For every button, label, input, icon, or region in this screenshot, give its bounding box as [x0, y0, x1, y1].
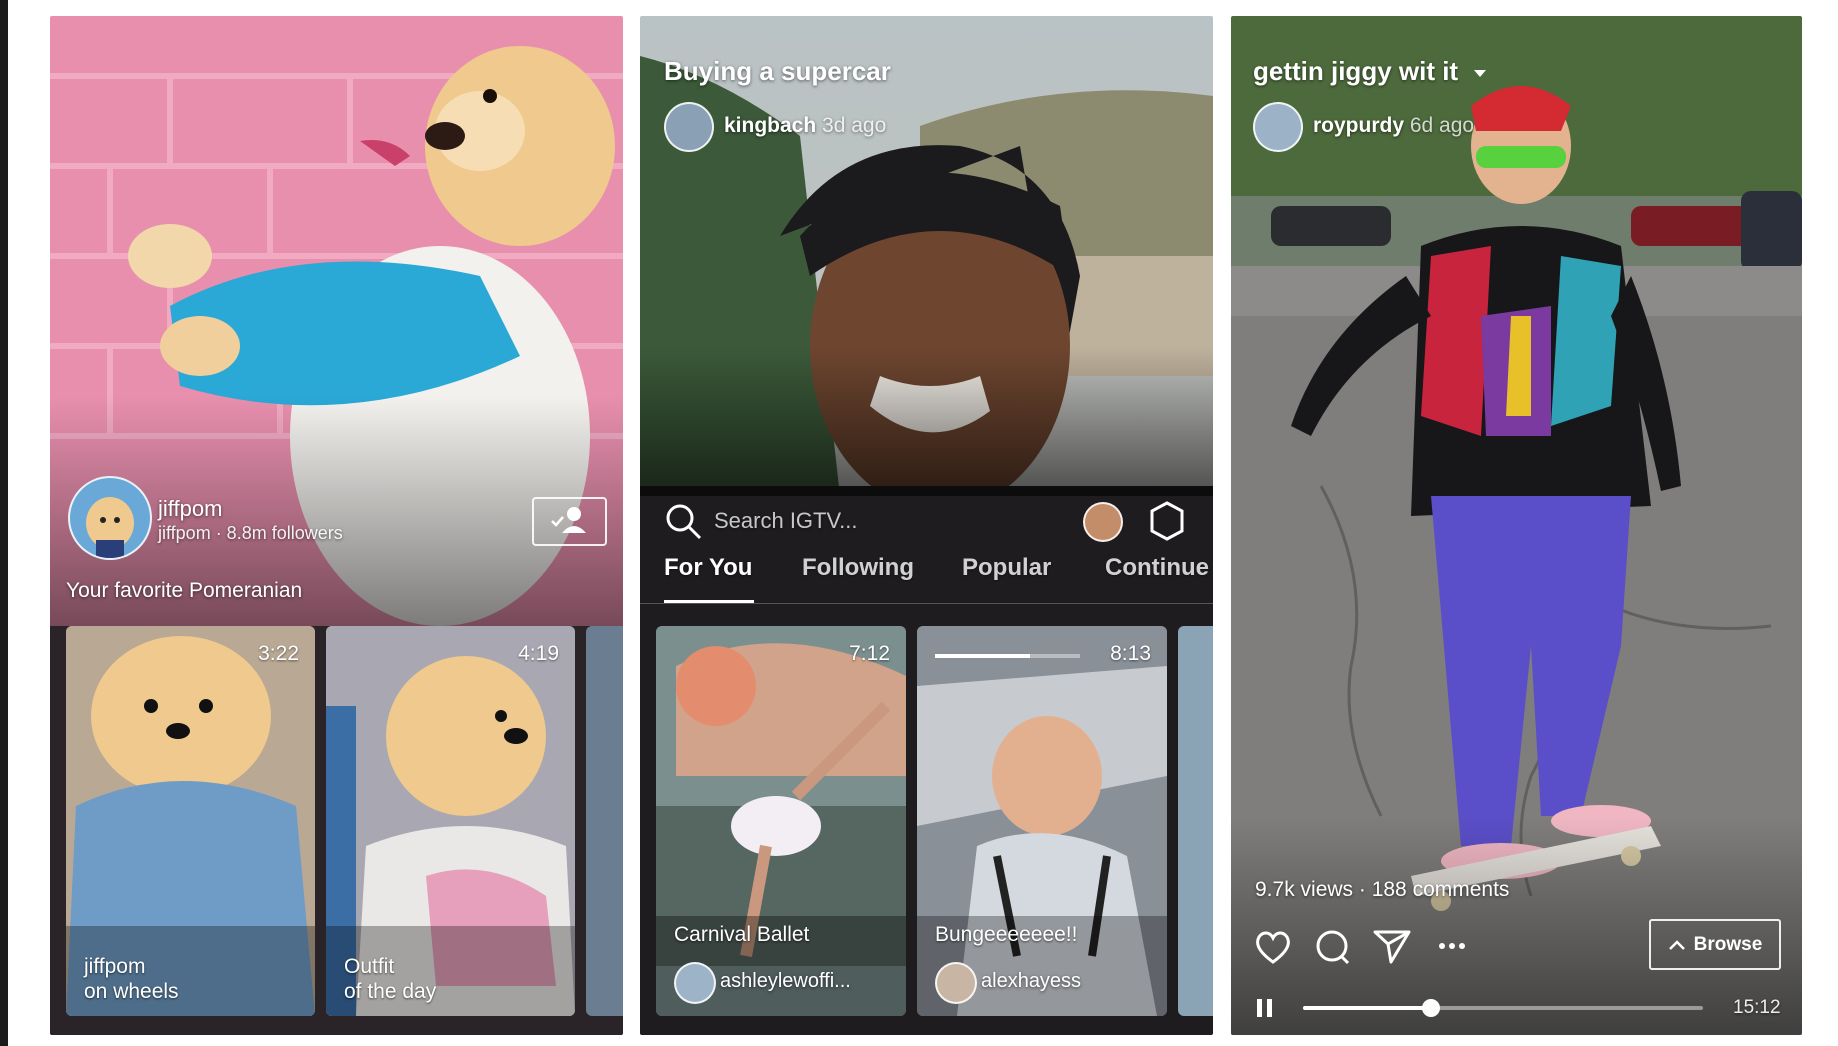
progress-fill — [1303, 1006, 1431, 1010]
video-thumbnail — [656, 626, 906, 1016]
video-tile-partial[interactable] — [1178, 626, 1213, 1016]
author-name[interactable]: kingbach — [724, 114, 816, 137]
video-duration: 4:19 — [518, 642, 559, 665]
video-thumbnail — [917, 626, 1167, 1016]
tab-popular[interactable]: Popular — [962, 554, 1051, 582]
video-time: 15:12 — [1733, 997, 1781, 1018]
heart-icon[interactable] — [1253, 928, 1293, 966]
progress-scrubber[interactable] — [1422, 999, 1440, 1017]
video-tile[interactable]: 8:13 Bungeeeeeee!! alexhayess — [917, 626, 1167, 1016]
browse-button[interactable]: Browse — [1649, 919, 1781, 970]
video-tile[interactable]: 4:19 Outfit of the day — [326, 626, 575, 1016]
author-line: roypurdy 6d ago — [1313, 114, 1474, 138]
channel-description: Your favorite Pomeranian — [66, 579, 303, 602]
post-age: 3d ago — [822, 114, 887, 137]
avatar[interactable] — [68, 476, 152, 560]
video-title: Outfit of the day — [344, 955, 437, 1003]
author-name[interactable]: roypurdy — [1313, 114, 1404, 137]
video-title: jiffpom on wheels — [84, 955, 179, 1003]
video-title[interactable]: gettin jiggy wit it — [1253, 56, 1489, 87]
chevron-up-icon — [1668, 939, 1685, 950]
player-panel: gettin jiggy wit it roypurdy 6d ago 9.7k… — [1231, 16, 1802, 1035]
search-input[interactable]: Search IGTV... — [714, 508, 857, 534]
channel-name[interactable]: jiffpom — [158, 496, 222, 522]
video-duration: 8:13 — [1110, 642, 1151, 665]
video-title: Bungeeeeeee!! — [935, 923, 1078, 946]
video-tile[interactable]: 3:22 jiffpom on wheels — [66, 626, 315, 1016]
video-duration: 3:22 — [258, 642, 299, 665]
window-edge — [0, 0, 8, 1046]
tab-divider — [640, 603, 1213, 604]
video-stats[interactable]: 9.7k views · 188 comments — [1255, 878, 1509, 902]
tab-continue[interactable]: Continue — [1105, 554, 1209, 582]
featured-video-title[interactable]: Buying a supercar — [664, 56, 891, 87]
gear-icon[interactable] — [1146, 500, 1188, 542]
browse-label: Browse — [1693, 933, 1763, 955]
tab-for-you[interactable]: For You — [664, 554, 752, 582]
video-tile[interactable]: 7:12 Carnival Ballet ashleylewoffi... — [656, 626, 906, 1016]
profile-avatar[interactable] — [1083, 502, 1123, 542]
author-line: kingbach 3d ago — [724, 114, 886, 138]
person-check-icon — [551, 507, 586, 533]
pause-icon[interactable] — [1255, 997, 1275, 1019]
browse-panel: Buying a supercar kingbach 3d ago Search… — [640, 16, 1213, 1035]
avatar[interactable] — [1253, 102, 1303, 152]
comment-icon[interactable] — [1313, 928, 1353, 968]
video-title-text: gettin jiggy wit it — [1253, 56, 1459, 86]
tab-following[interactable]: Following — [802, 554, 914, 582]
video-author: ashleylewoffi... — [720, 970, 851, 992]
video-author: alexhayess — [981, 970, 1082, 992]
avatar[interactable] — [664, 102, 714, 152]
video-tile-partial[interactable] — [586, 626, 623, 1016]
search-icon[interactable] — [664, 502, 704, 542]
follow-button[interactable] — [532, 497, 607, 546]
avatar — [935, 962, 977, 1004]
video-title: Carnival Ballet — [674, 923, 810, 946]
avatar — [674, 962, 716, 1004]
chevron-down-icon[interactable] — [1471, 66, 1489, 80]
post-age: 6d ago — [1409, 114, 1475, 137]
more-icon[interactable] — [1437, 940, 1467, 952]
progress-track[interactable] — [1303, 999, 1703, 1017]
video-duration: 7:12 — [849, 642, 890, 665]
profile-panel: jiffpom jiffpom · 8.8m followers Your fa… — [50, 16, 623, 1035]
channel-subtitle: jiffpom · 8.8m followers — [158, 523, 343, 543]
send-icon[interactable] — [1371, 926, 1413, 968]
